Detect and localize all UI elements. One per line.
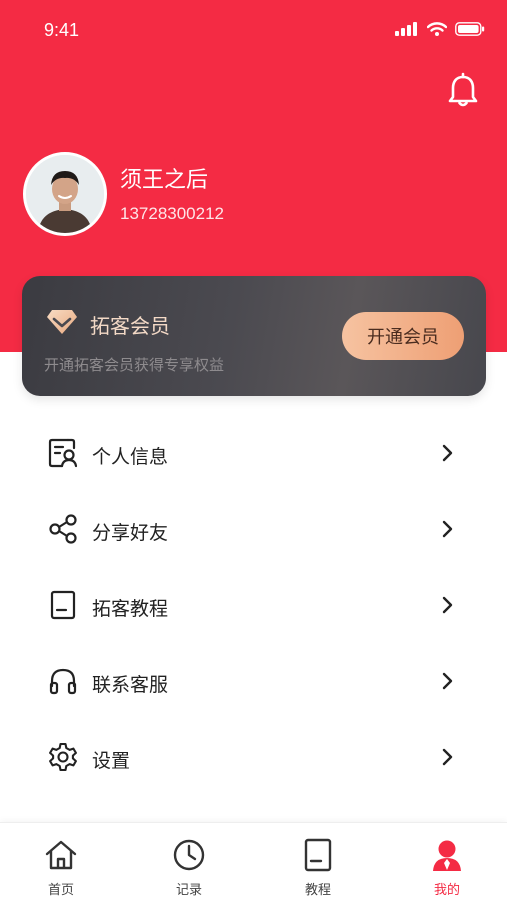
tab-label: 教程 <box>304 883 331 898</box>
profile-card-icon <box>48 438 78 468</box>
cellular-signal-icon <box>395 22 417 36</box>
tab-label: 记录 <box>175 883 202 898</box>
chevron-right-icon <box>442 672 453 690</box>
notification-bell-icon[interactable] <box>444 72 482 110</box>
tab-records[interactable]: 记录 <box>144 835 234 898</box>
diamond-icon <box>47 310 77 334</box>
bottom-tab-bar: 首页 记录 教程 我的 <box>0 822 507 900</box>
menu-item-settings[interactable]: 设置 <box>0 722 507 796</box>
person-icon <box>433 840 461 871</box>
document-icon <box>304 838 332 872</box>
menu-item-customer-service[interactable]: 联系客服 <box>0 646 507 720</box>
tab-tutorial[interactable]: 教程 <box>273 835 363 898</box>
chevron-right-icon <box>442 444 453 462</box>
document-icon <box>50 590 76 620</box>
menu-item-label: 个人信息 <box>92 446 169 468</box>
menu-item-label: 分享好友 <box>92 522 169 544</box>
clock-icon <box>173 839 205 871</box>
tab-mine[interactable]: 我的 <box>402 835 492 898</box>
tab-label: 首页 <box>47 883 74 898</box>
status-bar: 9:41 <box>0 0 507 62</box>
chevron-right-icon <box>442 748 453 766</box>
user-name: 须王之后 <box>120 168 209 193</box>
chevron-right-icon <box>442 520 453 538</box>
wifi-icon <box>427 22 447 36</box>
gear-icon <box>49 742 77 772</box>
menu-item-label: 设置 <box>92 750 131 772</box>
menu-item-label: 联系客服 <box>92 674 169 696</box>
menu-item-tutorial[interactable]: 拓客教程 <box>0 570 507 644</box>
menu-item-label: 拓客教程 <box>92 598 169 620</box>
user-phone: 13728300212 <box>120 204 225 223</box>
avatar[interactable] <box>23 152 107 236</box>
battery-icon <box>455 22 485 36</box>
vip-title: 拓客会员 <box>90 314 170 338</box>
status-time: 9:41 <box>44 20 80 40</box>
vip-membership-card[interactable]: 拓客会员 开通拓客会员获得专享权益 开通会员 <box>22 276 486 396</box>
vip-subtitle: 开通拓客会员获得专享权益 <box>44 356 225 374</box>
open-membership-button[interactable]: 开通会员 <box>342 312 464 360</box>
menu-item-profile-info[interactable]: 个人信息 <box>0 418 507 492</box>
status-icons <box>395 22 485 36</box>
tab-label: 我的 <box>433 883 460 898</box>
chevron-right-icon <box>442 596 453 614</box>
menu-item-share-friends[interactable]: 分享好友 <box>0 494 507 568</box>
tab-home[interactable]: 首页 <box>16 835 106 898</box>
headset-icon <box>49 668 77 695</box>
home-icon <box>45 840 77 870</box>
avatar-photo <box>26 155 104 233</box>
share-icon <box>49 514 77 544</box>
